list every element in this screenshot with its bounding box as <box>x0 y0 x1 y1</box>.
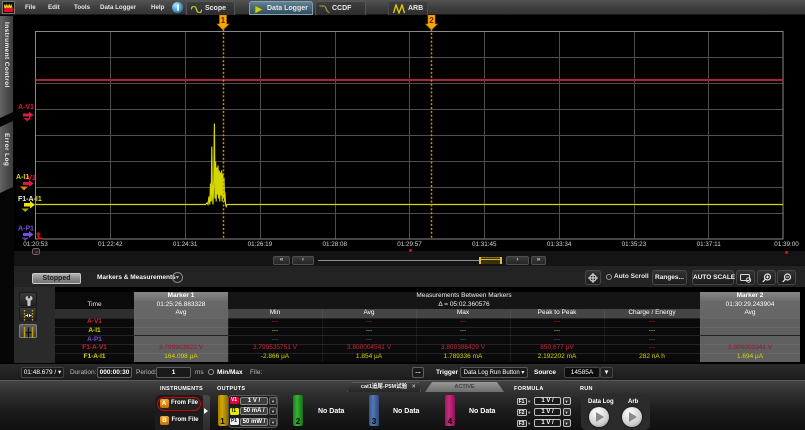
svg-text:01:35:23: 01:35:23 <box>622 241 647 248</box>
svg-text:1: 1 <box>221 16 226 25</box>
svg-text:01:24:31: 01:24:31 <box>173 241 198 248</box>
svg-text:01:28:08: 01:28:08 <box>322 241 347 248</box>
svg-text:01:22:42: 01:22:42 <box>98 241 123 248</box>
svg-text:2: 2 <box>429 16 434 25</box>
svg-text:-V1: -V1 <box>25 175 36 182</box>
svg-text:01:31:45: 01:31:45 <box>472 241 497 248</box>
svg-text:01:26:19: 01:26:19 <box>248 241 273 248</box>
svg-text:A-P1: A-P1 <box>18 226 34 233</box>
svg-text:F1-A-I1: F1-A-I1 <box>18 196 42 203</box>
svg-text:A-V1: A-V1 <box>18 104 34 111</box>
svg-text:01:20:53: 01:20:53 <box>23 241 48 248</box>
svg-text:01:37:11: 01:37:11 <box>697 241 722 248</box>
svg-text:01:39:00: 01:39:00 <box>774 241 799 248</box>
svg-text:01:29:57: 01:29:57 <box>397 241 422 248</box>
svg-text:01:33:34: 01:33:34 <box>547 241 572 248</box>
